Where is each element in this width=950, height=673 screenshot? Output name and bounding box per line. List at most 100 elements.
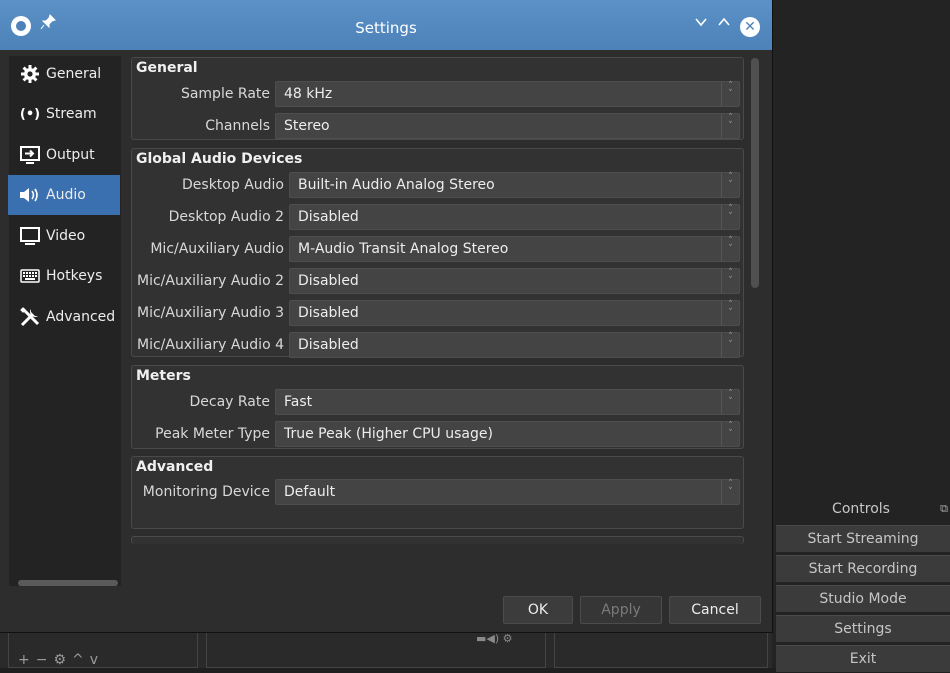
mic-audio-4-select[interactable]: Disabled ˄ ˅ <box>289 332 740 358</box>
mic-audio-4-row: Mic/Auxiliary Audio 4 Disabled ˄ ˅ <box>132 331 745 359</box>
monitoring-device-select[interactable]: Default ˄ ˅ <box>275 479 740 505</box>
mic-audio-2-select[interactable]: Disabled ˄ ˅ <box>289 268 740 294</box>
undock-icon[interactable]: ⧉ <box>940 497 948 521</box>
sample-rate-select[interactable]: 48 kHz ˄ ˅ <box>275 81 740 107</box>
bottom-docks: +−⚙^v ▬◀) ⚙ <box>0 630 772 668</box>
desktop-audio-2-value: Disabled <box>298 209 359 225</box>
chevron-updown-icon: ˄ ˅ <box>721 269 739 293</box>
gear-icon <box>18 63 42 85</box>
decay-rate-select[interactable]: Fast ˄ ˅ <box>275 389 740 415</box>
mic-audio-select[interactable]: M-Audio Transit Analog Stereo ˄ ˅ <box>289 236 740 262</box>
desktop-audio-label: Desktop Audio <box>182 177 284 193</box>
chevron-updown-icon: ˄ ˅ <box>721 390 739 414</box>
sidebar-scrollbar[interactable] <box>18 580 118 586</box>
scene-toolbar[interactable]: +−⚙^v <box>18 652 104 668</box>
group-title-devices: Global Audio Devices <box>136 151 303 167</box>
controls-dock-title: Controls ⧉ <box>772 497 950 521</box>
close-icon[interactable]: ✕ <box>740 17 760 37</box>
monitor-icon <box>18 225 42 247</box>
controls-title: Controls <box>832 501 890 517</box>
global-audio-devices-group: Global Audio Devices Desktop Audio Built… <box>131 148 745 359</box>
sidebar-item-label: Hotkeys <box>46 268 103 284</box>
mic-audio-2-row: Mic/Auxiliary Audio 2 Disabled ˄ ˅ <box>132 267 745 295</box>
mic-audio-value: M-Audio Transit Analog Stereo <box>298 241 509 257</box>
decay-rate-row: Decay Rate Fast ˄ ˅ <box>132 388 745 416</box>
add-icon[interactable]: + <box>18 652 36 668</box>
mic-audio-2-label: Mic/Auxiliary Audio 2 <box>136 273 284 289</box>
move-down-icon[interactable]: v <box>90 652 104 668</box>
chevron-updown-icon: ˄ ˅ <box>721 422 739 446</box>
sidebar-item-label: Audio <box>46 187 86 203</box>
desktop-audio-2-row: Desktop Audio 2 Disabled ˄ ˅ <box>132 203 745 231</box>
chevron-updown-icon: ˄ ˅ <box>721 173 739 197</box>
meters-group: Meters Decay Rate Fast ˄ ˅ Peak Meter Typ… <box>131 365 744 449</box>
sidebar-item-general[interactable]: General <box>8 54 120 94</box>
desktop-audio-row: Desktop Audio Built-in Audio Analog Ster… <box>132 171 745 199</box>
general-group: General Sample Rate 48 kHz ˄ ˅ Channels S… <box>131 57 744 140</box>
group-title-general: General <box>136 60 198 76</box>
settings-dialog: Settings ✕ General (•) Stream Output Aud… <box>0 0 772 632</box>
sidebar-item-audio[interactable]: Audio <box>8 175 120 215</box>
peak-meter-type-select[interactable]: True Peak (Higher CPU usage) ˄ ˅ <box>275 421 740 447</box>
chevron-updown-icon: ˄ ˅ <box>721 333 739 357</box>
desktop-audio-2-select[interactable]: Disabled ˄ ˅ <box>289 204 740 230</box>
channels-value: Stereo <box>284 118 330 134</box>
sidebar-item-label: Advanced <box>46 309 116 325</box>
minimize-icon[interactable] <box>694 15 708 33</box>
channels-select[interactable]: Stereo ˄ ˅ <box>275 113 740 139</box>
gear-icon[interactable]: ⚙ <box>53 652 72 668</box>
audio-settings-panel: General Sample Rate 48 kHz ˄ ˅ Channels S… <box>123 52 763 586</box>
studio-mode-button[interactable]: Studio Mode <box>776 585 950 612</box>
monitoring-device-label: Monitoring Device <box>142 484 270 500</box>
decay-rate-value: Fast <box>284 394 313 410</box>
maximize-icon[interactable] <box>717 15 731 33</box>
peak-meter-type-row: Peak Meter Type True Peak (Higher CPU us… <box>132 420 745 448</box>
desktop-audio-select[interactable]: Built-in Audio Analog Stereo ˄ ˅ <box>289 172 740 198</box>
mixer-speaker-icon[interactable]: ▬◀) ⚙ <box>476 632 513 645</box>
mic-audio-label: Mic/Auxiliary Audio <box>150 241 284 257</box>
move-up-icon[interactable]: ^ <box>72 652 90 668</box>
group-title-advanced: Advanced <box>136 459 214 475</box>
mic-audio-2-value: Disabled <box>298 273 359 289</box>
desktop-audio-2-label: Desktop Audio 2 <box>168 209 284 225</box>
sidebar-item-output[interactable]: Output <box>8 135 120 175</box>
chevron-updown-icon: ˄ ˅ <box>721 114 739 138</box>
keyboard-icon <box>18 265 42 287</box>
mic-audio-4-label: Mic/Auxiliary Audio 4 <box>136 337 284 353</box>
sidebar-item-hotkeys[interactable]: Hotkeys <box>8 256 120 296</box>
desktop-audio-value: Built-in Audio Analog Stereo <box>298 177 495 193</box>
window-title: Settings <box>355 19 417 37</box>
settings-scrollbar[interactable] <box>751 58 759 288</box>
decay-rate-label: Decay Rate <box>189 394 270 410</box>
cancel-button[interactable]: Cancel <box>669 596 761 624</box>
chevron-updown-icon: ˄ ˅ <box>721 205 739 229</box>
group-title-meters: Meters <box>136 368 191 384</box>
sidebar-item-advanced[interactable]: Advanced <box>8 297 120 337</box>
mic-audio-3-row: Mic/Auxiliary Audio 3 Disabled ˄ ˅ <box>132 299 745 327</box>
title-bar[interactable]: Settings ✕ <box>0 0 772 50</box>
sample-rate-value: 48 kHz <box>284 86 333 102</box>
antenna-icon: (•) <box>19 106 41 122</box>
main-settings-button[interactable]: Settings <box>776 615 950 642</box>
sidebar-item-stream[interactable]: (•) Stream <box>8 94 120 134</box>
chevron-updown-icon: ˄ ˅ <box>721 480 739 504</box>
monitoring-device-row: Monitoring Device Default ˄ ˅ <box>132 478 745 506</box>
sidebar-item-label: Video <box>46 228 86 244</box>
apply-button[interactable]: Apply <box>580 596 662 624</box>
sidebar-item-label: General <box>46 66 102 82</box>
start-streaming-button[interactable]: Start Streaming <box>776 525 950 552</box>
sample-rate-row: Sample Rate 48 kHz ˄ ˅ <box>132 80 745 108</box>
remove-icon[interactable]: − <box>36 652 54 668</box>
output-icon <box>18 144 42 166</box>
tools-icon <box>18 306 42 328</box>
start-recording-button[interactable]: Start Recording <box>776 555 950 582</box>
speaker-icon <box>18 184 42 206</box>
peak-meter-type-value: True Peak (Higher CPU usage) <box>284 426 493 442</box>
mic-audio-3-select[interactable]: Disabled ˄ ˅ <box>289 300 740 326</box>
sidebar-item-label: Stream <box>46 106 97 122</box>
ok-button[interactable]: OK <box>503 596 573 624</box>
sidebar-item-video[interactable]: Video <box>8 216 120 256</box>
sidebar-item-label: Output <box>46 147 95 163</box>
mic-audio-4-value: Disabled <box>298 337 359 353</box>
chevron-updown-icon: ˄ ˅ <box>721 301 739 325</box>
